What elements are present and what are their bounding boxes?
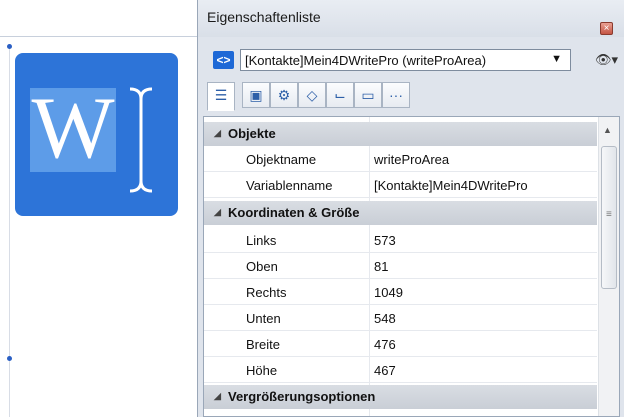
form-guide-line [9,47,10,417]
text-cursor-icon [129,87,153,193]
property-name: Rechts [246,285,287,300]
write-pro-letter: W [31,80,115,177]
property-name: Höhe [246,363,278,378]
property-row[interactable]: Links 573 [204,227,597,253]
property-row[interactable]: Variablenname [Kontakte]Mein4DWritePro [204,172,597,198]
scrollbar-thumb[interactable]: ≡ [601,146,617,289]
property-list-panel: Eigenschaftenliste × <> [Kontakte]Mein4D… [197,0,624,417]
property-name: Objektname [246,152,317,167]
grip-icon: ≡ [606,209,612,220]
section-objekte[interactable]: ◢ Objekte [204,122,597,146]
collapse-triangle-icon: ◢ [214,128,221,138]
form-boundary-line [0,36,197,37]
section-label: Objekte [228,126,276,141]
property-value[interactable]: 573 [374,233,396,248]
property-row[interactable]: Rechts 1049 [204,279,597,305]
property-name: Breite [246,337,280,352]
chevron-down-icon: ▼ [551,53,562,65]
eye-menu-icon[interactable]: 👁▾ [595,52,618,68]
section-label: Vergrößerungsoptionen [228,389,376,404]
tab-more-icon[interactable]: ··· [382,82,410,108]
form-editor-canvas[interactable]: W [0,0,197,417]
selection-handle-top[interactable] [7,44,12,49]
property-name: Links [246,233,277,248]
property-value[interactable]: writeProArea [374,152,449,167]
vertical-scrollbar[interactable]: ▲ ≡ [598,117,619,416]
property-name: Oben [246,259,278,274]
section-koordinaten[interactable]: ◢ Koordinaten & Größe [204,201,597,225]
property-grid: ◢ Objekte Objektname writeProArea Variab… [203,116,620,417]
object-selector-dropdown[interactable]: [Kontakte]Mein4DWritePro (writeProArea) … [240,49,571,71]
navigate-object-icon[interactable]: <> [213,51,234,69]
property-value[interactable]: 1049 [374,285,403,300]
section-vergroesserung[interactable]: ◢ Vergrößerungsoptionen [204,385,597,409]
property-row[interactable]: Unten 548 [204,305,597,331]
property-row[interactable]: Objektname writeProArea [204,146,597,172]
tab-list-icon[interactable]: ☰ [207,82,235,111]
property-value[interactable]: 476 [374,337,396,352]
property-name: Unten [246,311,281,326]
tab-chart-icon[interactable]: ⌙ [326,82,354,108]
property-value[interactable]: 548 [374,311,396,326]
panel-titlebar[interactable]: Eigenschaftenliste × [198,0,624,37]
tab-objects-icon[interactable]: ▣ [242,82,270,108]
property-value[interactable]: 81 [374,259,388,274]
tab-settings-icon[interactable]: ⚙ [270,82,298,108]
property-name: Variablenname [246,178,333,193]
object-selector-value: [Kontakte]Mein4DWritePro (writeProArea) [245,53,487,68]
property-value[interactable]: 467 [374,363,396,378]
selection-handle-bottom[interactable] [7,356,12,361]
collapse-triangle-icon: ◢ [214,391,221,401]
tab-shapes-icon[interactable]: ◇ [298,82,326,108]
write-pro-area-icon[interactable]: W [15,53,178,216]
close-button[interactable]: × [600,22,613,35]
collapse-triangle-icon: ◢ [214,207,221,217]
property-row[interactable]: Breite 476 [204,331,597,357]
scroll-up-icon[interactable]: ▲ [603,125,612,135]
section-label: Koordinaten & Größe [228,205,360,220]
property-row[interactable]: Oben 81 [204,253,597,279]
panel-title: Eigenschaftenliste [207,9,321,25]
property-row[interactable]: Höhe 467 [204,357,597,383]
tab-display-icon[interactable]: ▭ [354,82,382,108]
property-value[interactable]: [Kontakte]Mein4DWritePro [374,178,528,193]
